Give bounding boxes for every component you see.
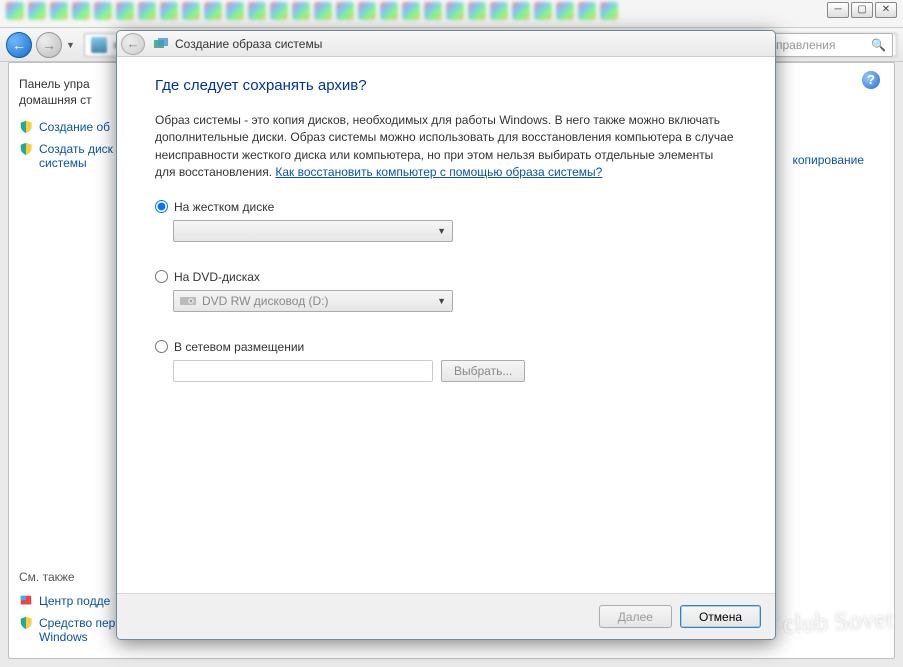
nav-history-dropdown[interactable]: ▼ [66,32,80,58]
network-path-input[interactable] [173,360,433,382]
radio-harddisk-label[interactable]: На жестком диске [174,200,274,214]
chevron-down-icon: ▼ [437,226,446,236]
harddisk-dropdown[interactable]: ▼ [173,220,453,242]
chevron-down-icon: ▼ [437,296,446,306]
wizard-back-button[interactable]: ← [121,33,145,55]
browse-button[interactable]: Выбрать... [441,360,525,382]
right-panel-link[interactable]: копирование [792,153,864,167]
radio-dvd-label[interactable]: На DVD-дисках [174,270,260,284]
dvd-drive-icon [180,294,196,308]
nav-back-button[interactable]: ← [6,32,32,58]
close-window-button[interactable]: ✕ [875,2,897,18]
dialog-title: Создание образа системы [175,37,322,51]
wizard-icon [153,36,169,52]
option-dvd: На DVD-дисках DVD RW дисковод (D:) ▼ [155,270,737,312]
nav-forward-button[interactable]: → [36,32,62,58]
radio-network-label[interactable]: В сетевом размещении [174,340,304,354]
shield-icon [19,142,33,156]
wizard-description: Образ системы - это копия дисков, необхо… [155,112,737,182]
next-button[interactable]: Далее [599,605,672,628]
flag-icon [19,594,33,608]
cancel-button[interactable]: Отмена [680,605,761,628]
dialog-titlebar: ← Создание образа системы [117,31,775,57]
search-input[interactable]: управления 🔍 [763,33,893,57]
system-image-wizard: ✕ ← Создание образа системы Где следует … [116,30,776,640]
shield-icon [19,616,33,630]
option-network: В сетевом размещении Выбрать... [155,340,737,382]
restore-help-link[interactable]: Как восстановить компьютер с помощью обр… [275,165,602,179]
option-harddisk: На жестком диске ▼ [155,200,737,242]
radio-dvd[interactable] [155,270,168,283]
browser-toolbar: ─ ▢ ✕ [0,0,903,28]
control-panel-icon [91,37,107,53]
radio-network[interactable] [155,340,168,353]
shield-icon [19,120,33,134]
dialog-body: Где следует сохранять архив? Образ систе… [117,57,775,593]
wizard-heading: Где следует сохранять архив? [155,77,737,94]
radio-harddisk[interactable] [155,200,168,213]
dvd-selected: DVD RW дисковод (D:) [202,294,329,308]
dvd-dropdown[interactable]: DVD RW дисковод (D:) ▼ [173,290,453,312]
help-icon[interactable]: ? [862,71,880,89]
search-placeholder: управления [770,38,835,52]
maximize-button[interactable]: ▢ [851,2,873,18]
search-icon: 🔍 [871,38,886,52]
minimize-button[interactable]: ─ [827,2,849,18]
dialog-footer: Далее Отмена [117,593,775,639]
